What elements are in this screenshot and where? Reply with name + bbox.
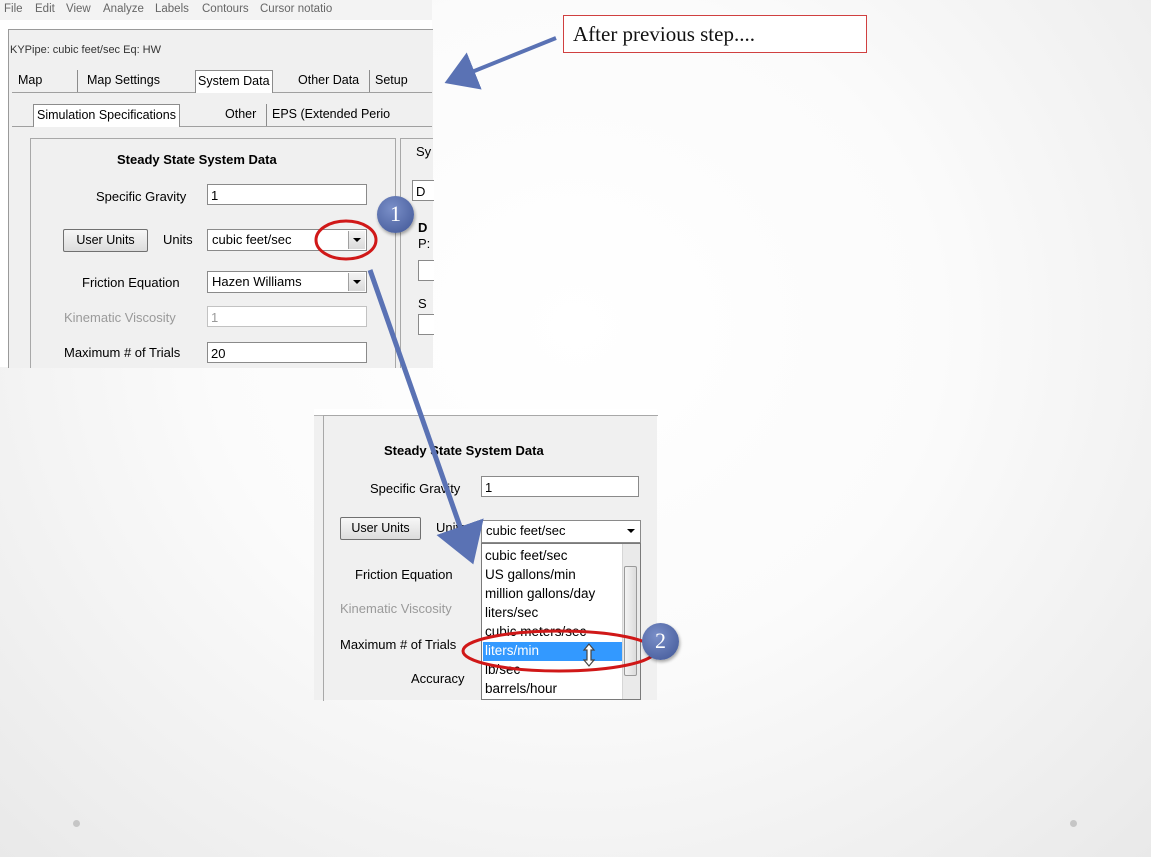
highlight-oval-liters-min [461,629,657,673]
callout-arrow [444,36,557,90]
step-arrow [367,269,484,565]
slide-dot-left [73,820,80,827]
highlight-oval-dropdown [314,219,378,261]
cursor-resize-icon [582,643,596,667]
step-badge-2: 2 [642,623,679,660]
step-badge-1: 1 [377,196,414,233]
annotation-overlay [314,36,657,673]
slide-dot-right [1070,820,1077,827]
